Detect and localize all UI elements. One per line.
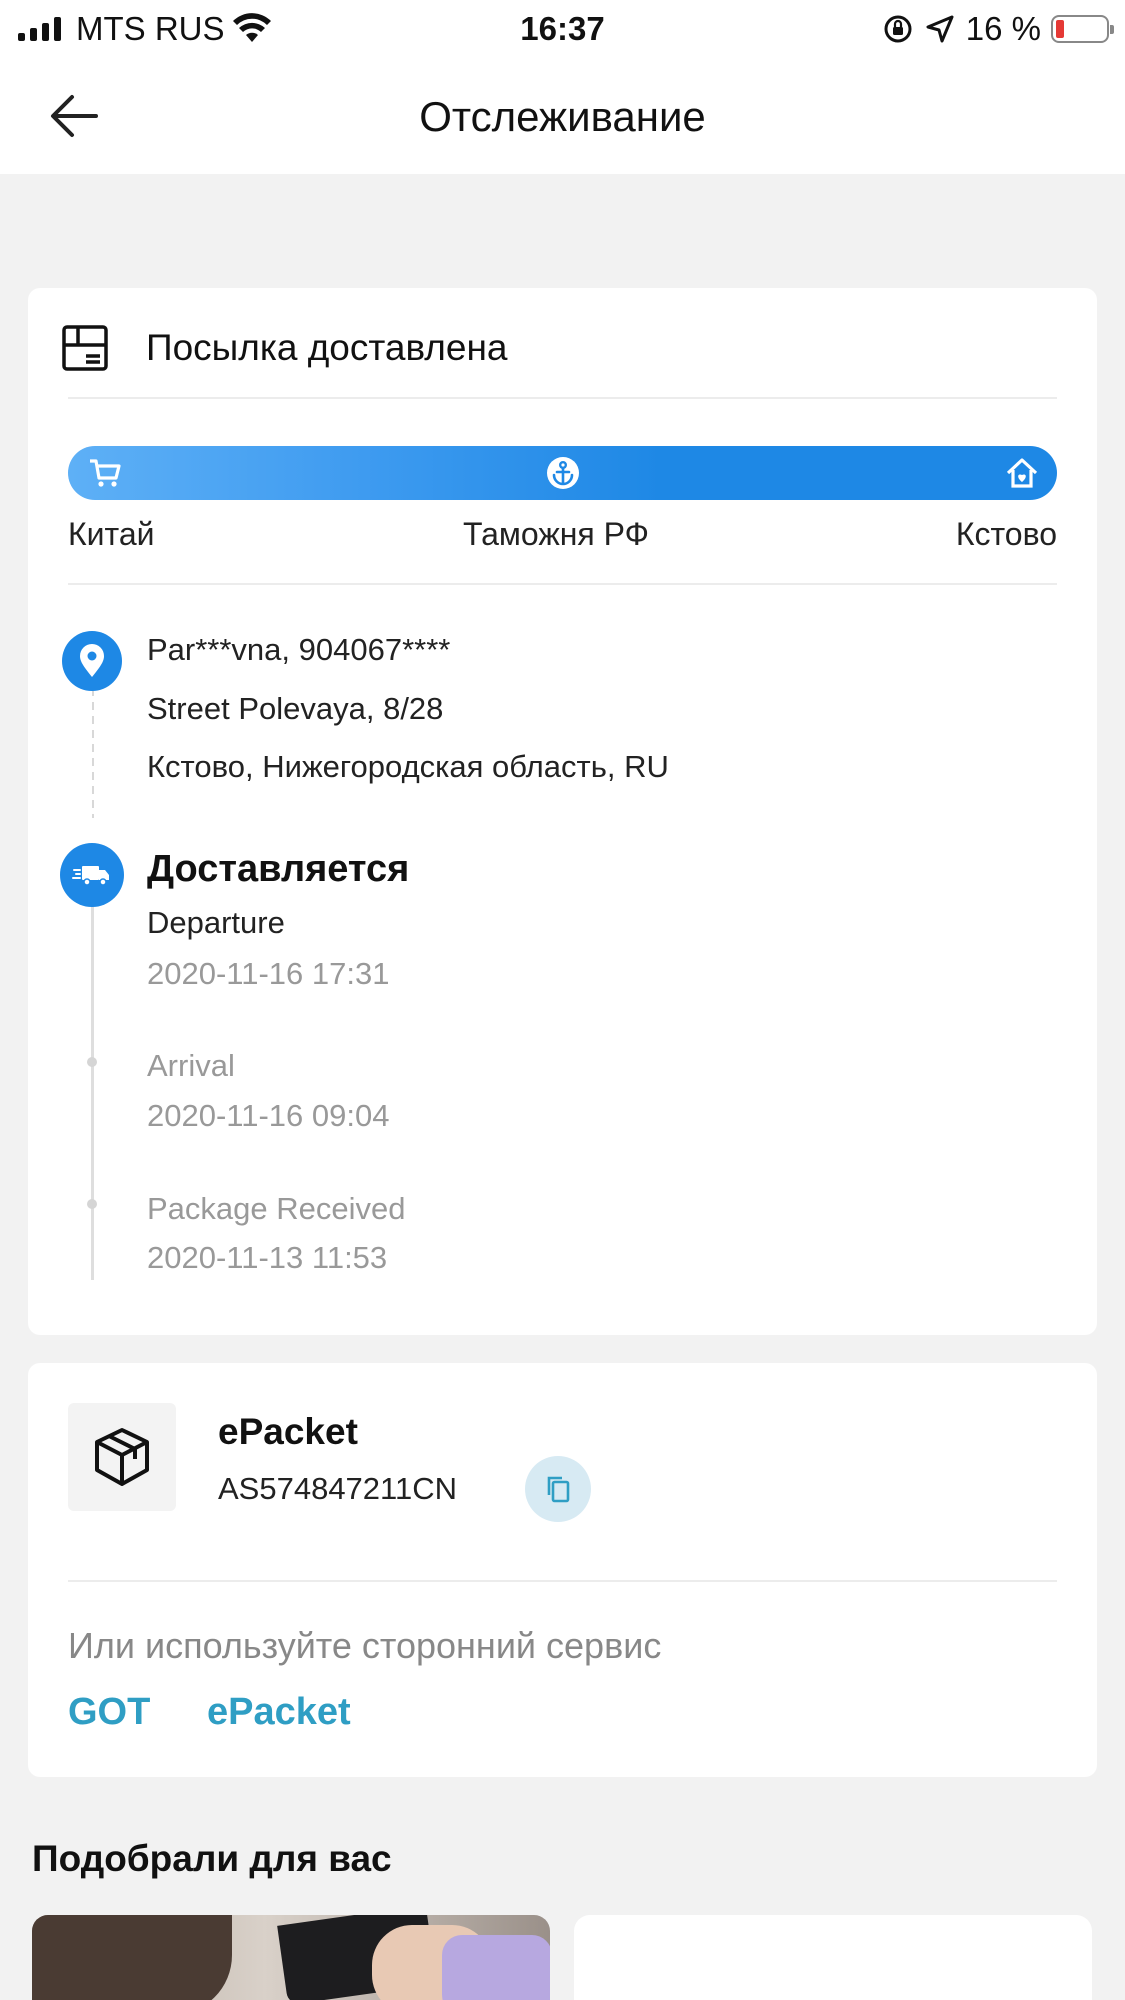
package-icon [95, 1428, 149, 1486]
battery-percent: 16 % [965, 10, 1041, 47]
package-icon-box [68, 1403, 176, 1511]
event-time: 2020-11-13 11:53 [147, 1240, 388, 1275]
battery-icon [1051, 15, 1114, 43]
timeline-dot [87, 1057, 97, 1067]
product-image [32, 1915, 232, 2000]
home-icon [1006, 458, 1038, 488]
timeline-connector [92, 688, 94, 818]
delivery-truck-icon [60, 843, 124, 907]
delivery-status-text: Посылка доставлена [146, 327, 508, 368]
location-pin-icon [62, 631, 122, 691]
status-bar: MTS RUS 16:37 16 % [0, 0, 1125, 58]
route-origin: Китай [68, 516, 155, 552]
divider [68, 1580, 1057, 1582]
third-party-link-got[interactable]: GOT [68, 1691, 150, 1734]
event-time: 2020-11-16 09:04 [147, 1098, 390, 1133]
route-progress-bar [68, 446, 1057, 500]
third-party-link-epacket[interactable]: ePacket [207, 1691, 351, 1734]
copy-tracking-button[interactable] [525, 1456, 591, 1522]
rotation-lock-icon [884, 15, 912, 43]
address-street: Street Polevaya, 8/28 [147, 691, 444, 726]
route-labels: Китай Таможня РФ Кстово [68, 516, 1057, 556]
divider [68, 583, 1057, 585]
tracking-page: MTS RUS 16:37 16 % Отслеживание Посылка … [0, 0, 1125, 2000]
copy-icon [547, 1476, 570, 1503]
delivery-status: Посылка доставлена [60, 318, 507, 378]
product-card[interactable] [574, 1915, 1092, 2000]
current-stage: Доставляется [147, 848, 410, 890]
divider [68, 397, 1057, 399]
page-title: Отслеживание [419, 93, 706, 140]
tracking-card: Посылка доставлена Китай Таможня РФ Ксто… [28, 288, 1097, 1335]
recommendations-title: Подобрали для вас [32, 1838, 392, 1879]
route-customs: Таможня РФ [463, 516, 649, 552]
carrier-name: ePacket [218, 1411, 358, 1452]
event-title: Arrival [147, 1048, 235, 1083]
anchor-icon [547, 457, 579, 489]
event-title: Departure [147, 905, 285, 940]
third-party-label: Или используйте сторонний сервис [68, 1625, 662, 1666]
cart-icon [90, 459, 121, 487]
event-title: Package Received [147, 1191, 406, 1226]
route-destination: Кстово [955, 516, 1057, 552]
timeline-dot [87, 1199, 97, 1209]
nav-bar: Отслеживание [0, 58, 1125, 174]
package-card: ePacket AS574847211CN Или используйте ст… [28, 1363, 1097, 1777]
parcel-box-icon [62, 325, 108, 371]
address-city: Кстово, Нижегородская область, RU [147, 749, 669, 784]
tracking-number: AS574847211CN [218, 1471, 457, 1506]
location-arrow-icon [926, 15, 954, 43]
product-card[interactable] [32, 1915, 550, 2000]
event-time: 2020-11-16 17:31 [147, 956, 390, 991]
recipient-name: Par***vna, 904067**** [147, 632, 451, 667]
